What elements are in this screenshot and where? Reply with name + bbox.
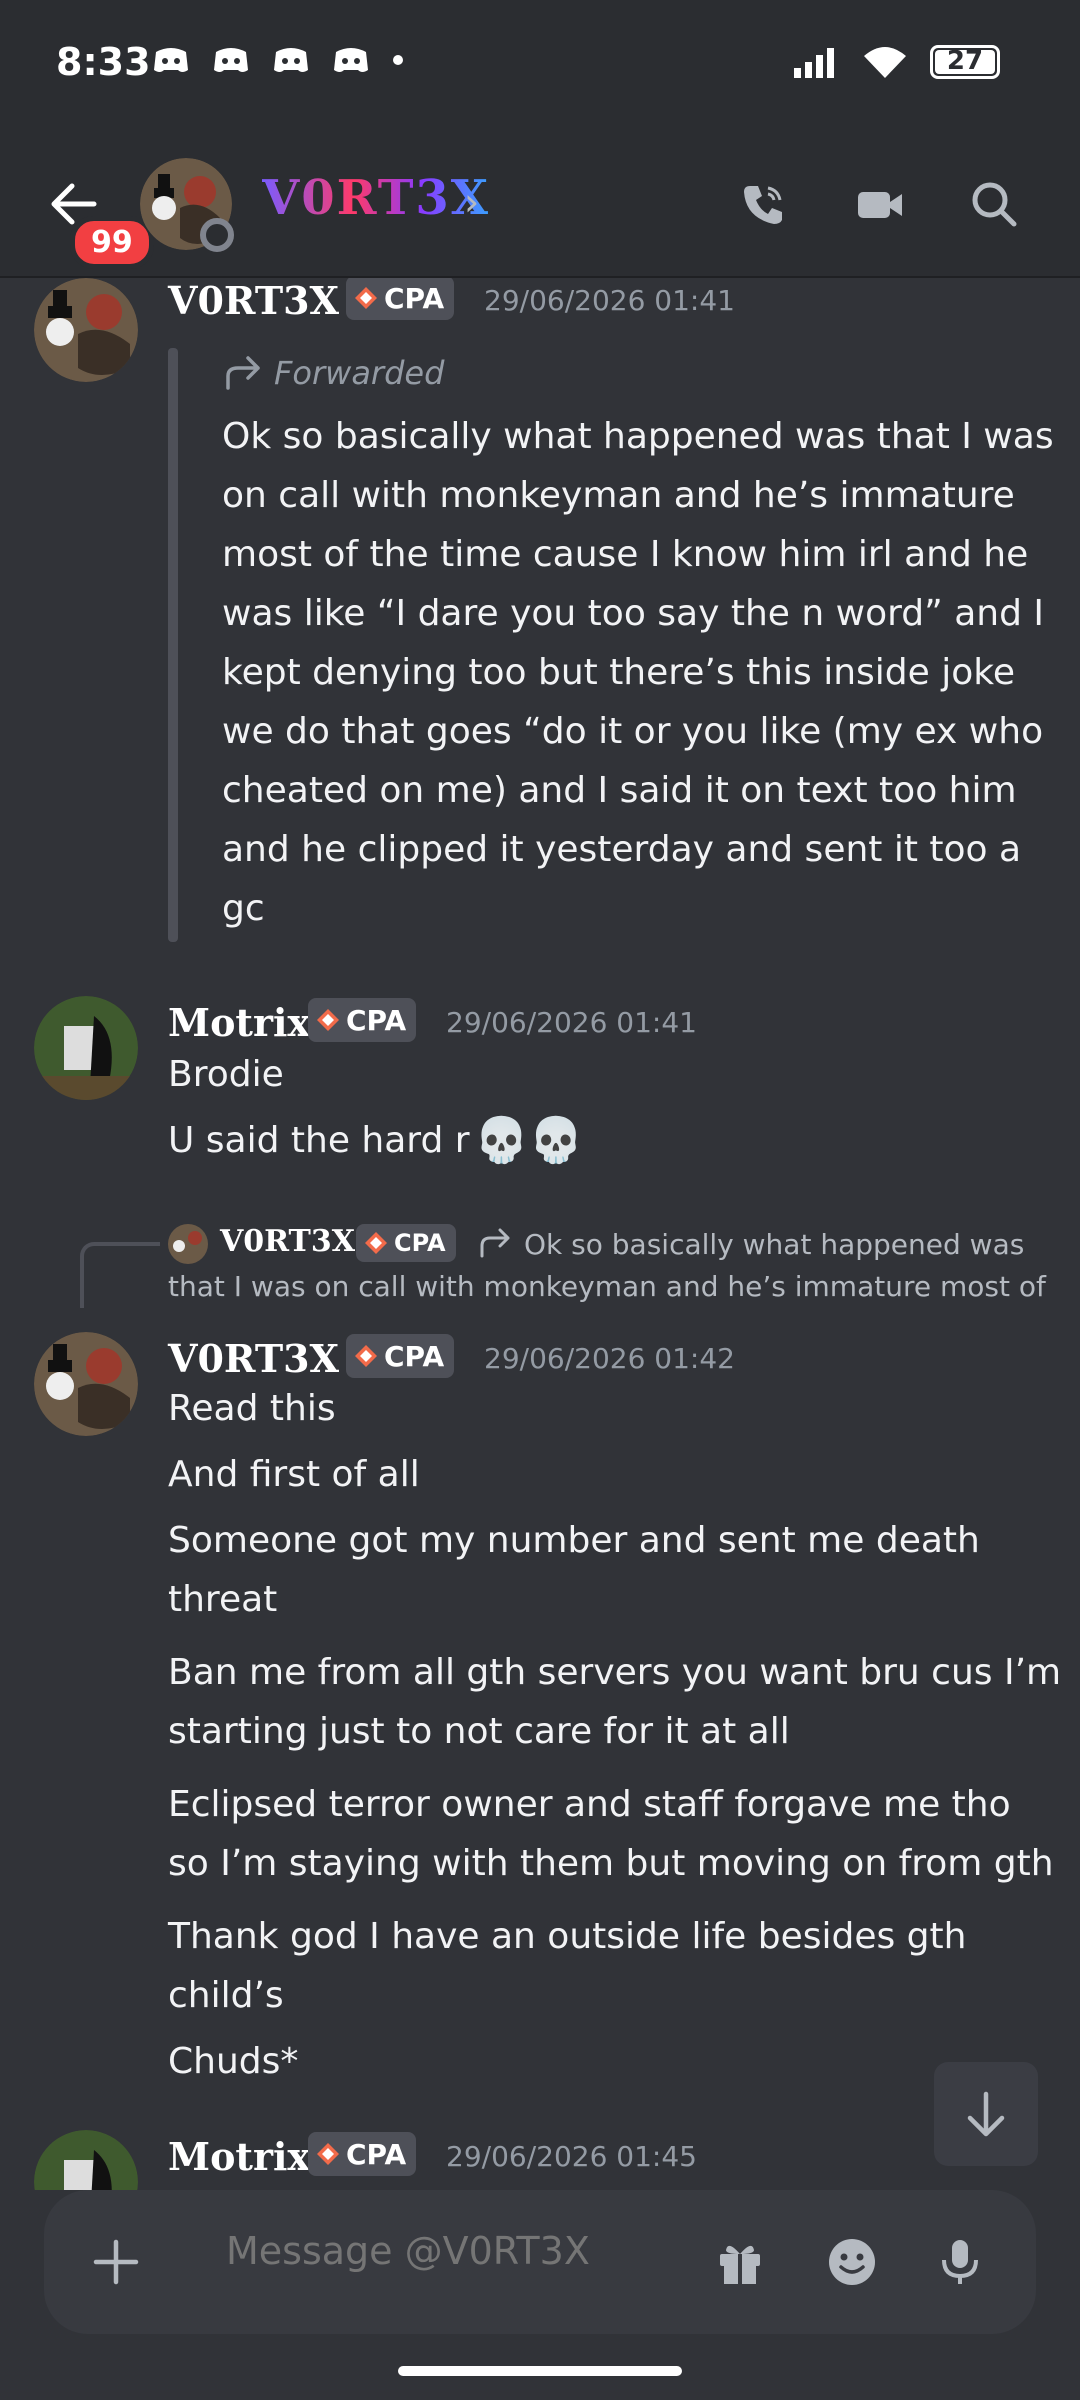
- message-input[interactable]: [224, 2228, 728, 2274]
- server-tag: CPA: [346, 278, 455, 320]
- channel-name[interactable]: V0RT3X: [262, 170, 490, 226]
- message-text: Chuds*: [168, 2041, 299, 2082]
- message-text: Ok so basically what happened was that I…: [222, 416, 1054, 457]
- avatar[interactable]: [34, 2130, 138, 2198]
- forward-arrow-icon: [480, 1228, 510, 1258]
- forward-bar: [168, 348, 178, 942]
- system-status-icons: 27: [792, 44, 1000, 80]
- tag-label: CPA: [384, 281, 445, 315]
- message-text: was like “I dare you too say the n word”…: [222, 593, 1045, 634]
- message-text: Read this: [168, 1388, 336, 1429]
- forward-arrow-icon: [226, 356, 260, 390]
- message-text: and he clipped it yesterday and sent it …: [222, 829, 1022, 870]
- more-notifications-dot-icon: [393, 55, 403, 65]
- message-author[interactable]: V0RT3X: [168, 1336, 339, 1381]
- composer: [0, 2190, 1080, 2400]
- message-text: so I’m staying with them but moving on f…: [168, 1843, 1054, 1884]
- reply-author[interactable]: V0RT3X: [220, 1224, 355, 1259]
- wifi-icon: [864, 47, 906, 78]
- microphone-icon[interactable]: [934, 2236, 986, 2288]
- message-timestamp: 29/06/2026 01:41: [484, 284, 735, 317]
- skull-emoji: 💀💀: [474, 1115, 584, 1166]
- tag-label: CPA: [394, 1229, 446, 1257]
- discord-notification-icon: [334, 48, 368, 72]
- notification-icons: [152, 44, 404, 76]
- reply-preview[interactable]: Ok so basically what happened was: [524, 1228, 1024, 1261]
- discord-notification-icon: [214, 48, 248, 72]
- arrow-down-icon: [967, 2091, 1005, 2137]
- jump-to-present-button[interactable]: [934, 2062, 1038, 2166]
- search-icon[interactable]: [970, 180, 1018, 228]
- discord-notification-icon: [274, 48, 308, 72]
- tag-label: CPA: [346, 1003, 407, 1037]
- message-box: [44, 2190, 1036, 2334]
- message-text: Brodie: [168, 1054, 284, 1095]
- message-text: child’s: [168, 1975, 284, 2016]
- message-timestamp: 29/06/2026 01:41: [446, 1006, 697, 1039]
- message-text: most of the time cause I know him irl an…: [222, 534, 1029, 575]
- message-text: Eclipsed terror owner and staff forgave …: [168, 1784, 1011, 1825]
- message-list[interactable]: V0RT3X CPA 29/06/2026 01:41 Forwarded Ok…: [0, 278, 1080, 2198]
- plus-icon[interactable]: [90, 2236, 142, 2288]
- message-text: we do that goes “do it or you like (my e…: [222, 711, 1044, 752]
- message-text: Ban me from all gth servers you want bru…: [168, 1652, 1062, 1693]
- diamond-tag-icon: [317, 1009, 339, 1031]
- server-tag: CPA: [308, 998, 417, 1042]
- discord-notification-icon: [154, 48, 188, 72]
- diamond-tag-icon: [317, 2143, 339, 2165]
- message-text: gc: [222, 888, 265, 929]
- message-text: And first of all: [168, 1454, 420, 1495]
- message-text: threat: [168, 1579, 278, 1620]
- message-author[interactable]: V0RT3X: [168, 278, 339, 323]
- message-author[interactable]: Motrix: [168, 1000, 310, 1045]
- message-text: cheated on me) and I said it on text too…: [222, 770, 1017, 811]
- home-indicator[interactable]: [398, 2366, 682, 2376]
- battery-level: 27: [946, 46, 984, 76]
- emoji-icon[interactable]: [826, 2236, 878, 2288]
- server-tag: CPA: [308, 2132, 417, 2176]
- message-author[interactable]: Motrix: [168, 2134, 310, 2179]
- avatar[interactable]: [34, 278, 138, 382]
- tag-label: CPA: [384, 1339, 445, 1373]
- voice-call-icon[interactable]: [740, 180, 788, 228]
- status-time: 8:33: [56, 40, 151, 84]
- forwarded-label: Forwarded: [274, 354, 445, 392]
- gift-icon[interactable]: [714, 2236, 766, 2288]
- diamond-tag-icon: [355, 1345, 377, 1367]
- avatar: [168, 1224, 208, 1264]
- reply-connector: [80, 1242, 160, 1308]
- status-bar: 8:33 27: [0, 0, 1080, 130]
- chevron-right-icon[interactable]: ›: [464, 180, 479, 224]
- dm-header: 99 V0RT3X ›: [0, 130, 1080, 278]
- battery-icon: 27: [930, 45, 1000, 79]
- video-call-icon[interactable]: [856, 180, 904, 228]
- offline-status-icon: [200, 218, 234, 252]
- unread-badge: 99: [70, 216, 154, 269]
- message-text: U said the hard r: [168, 1120, 470, 1161]
- reply-preview[interactable]: that I was on call with monkeyman and he…: [168, 1270, 1046, 1303]
- message-text: Someone got my number and sent me death: [168, 1520, 980, 1561]
- message-text: Thank god I have an outside life besides…: [168, 1916, 967, 1957]
- tag-label: CPA: [346, 2137, 407, 2171]
- server-tag: CPA: [356, 1224, 456, 1262]
- diamond-tag-icon: [365, 1232, 387, 1254]
- message-timestamp: 29/06/2026 01:42: [484, 1342, 735, 1375]
- message-text: kept denying too but there’s this inside…: [222, 652, 1015, 693]
- server-tag: CPA: [346, 1334, 455, 1378]
- message-text: starting just to not care for it at all: [168, 1711, 790, 1752]
- avatar[interactable]: [34, 1332, 138, 1436]
- avatar[interactable]: [34, 996, 138, 1100]
- message-timestamp: 29/06/2026 01:45: [446, 2140, 697, 2173]
- signal-icon: [794, 48, 834, 78]
- message-text: on call with monkeyman and he’s immature: [222, 475, 1015, 516]
- diamond-tag-icon: [355, 287, 377, 309]
